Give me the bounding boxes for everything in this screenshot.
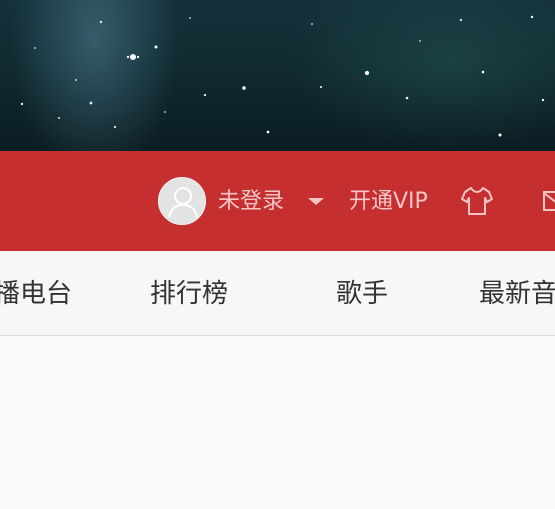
header-banner-starfield (0, 0, 555, 151)
tab-charts[interactable]: 排行榜 (150, 278, 228, 310)
tab-latest-music[interactable]: 最新音 (479, 278, 555, 310)
tshirt-icon[interactable] (460, 185, 494, 217)
caret-down-icon[interactable] (308, 198, 324, 205)
open-vip-button[interactable]: 开通VIP (349, 188, 428, 216)
content-area (0, 336, 555, 509)
envelope-icon[interactable] (542, 189, 555, 213)
tab-radio-station[interactable]: 播电台 (0, 278, 72, 310)
user-avatar[interactable] (158, 177, 206, 225)
main-navigation-bar (0, 251, 555, 336)
default-user-avatar-icon (168, 187, 198, 218)
tab-singers[interactable]: 歌手 (336, 278, 388, 310)
login-status-button[interactable]: 未登录 (218, 188, 284, 216)
